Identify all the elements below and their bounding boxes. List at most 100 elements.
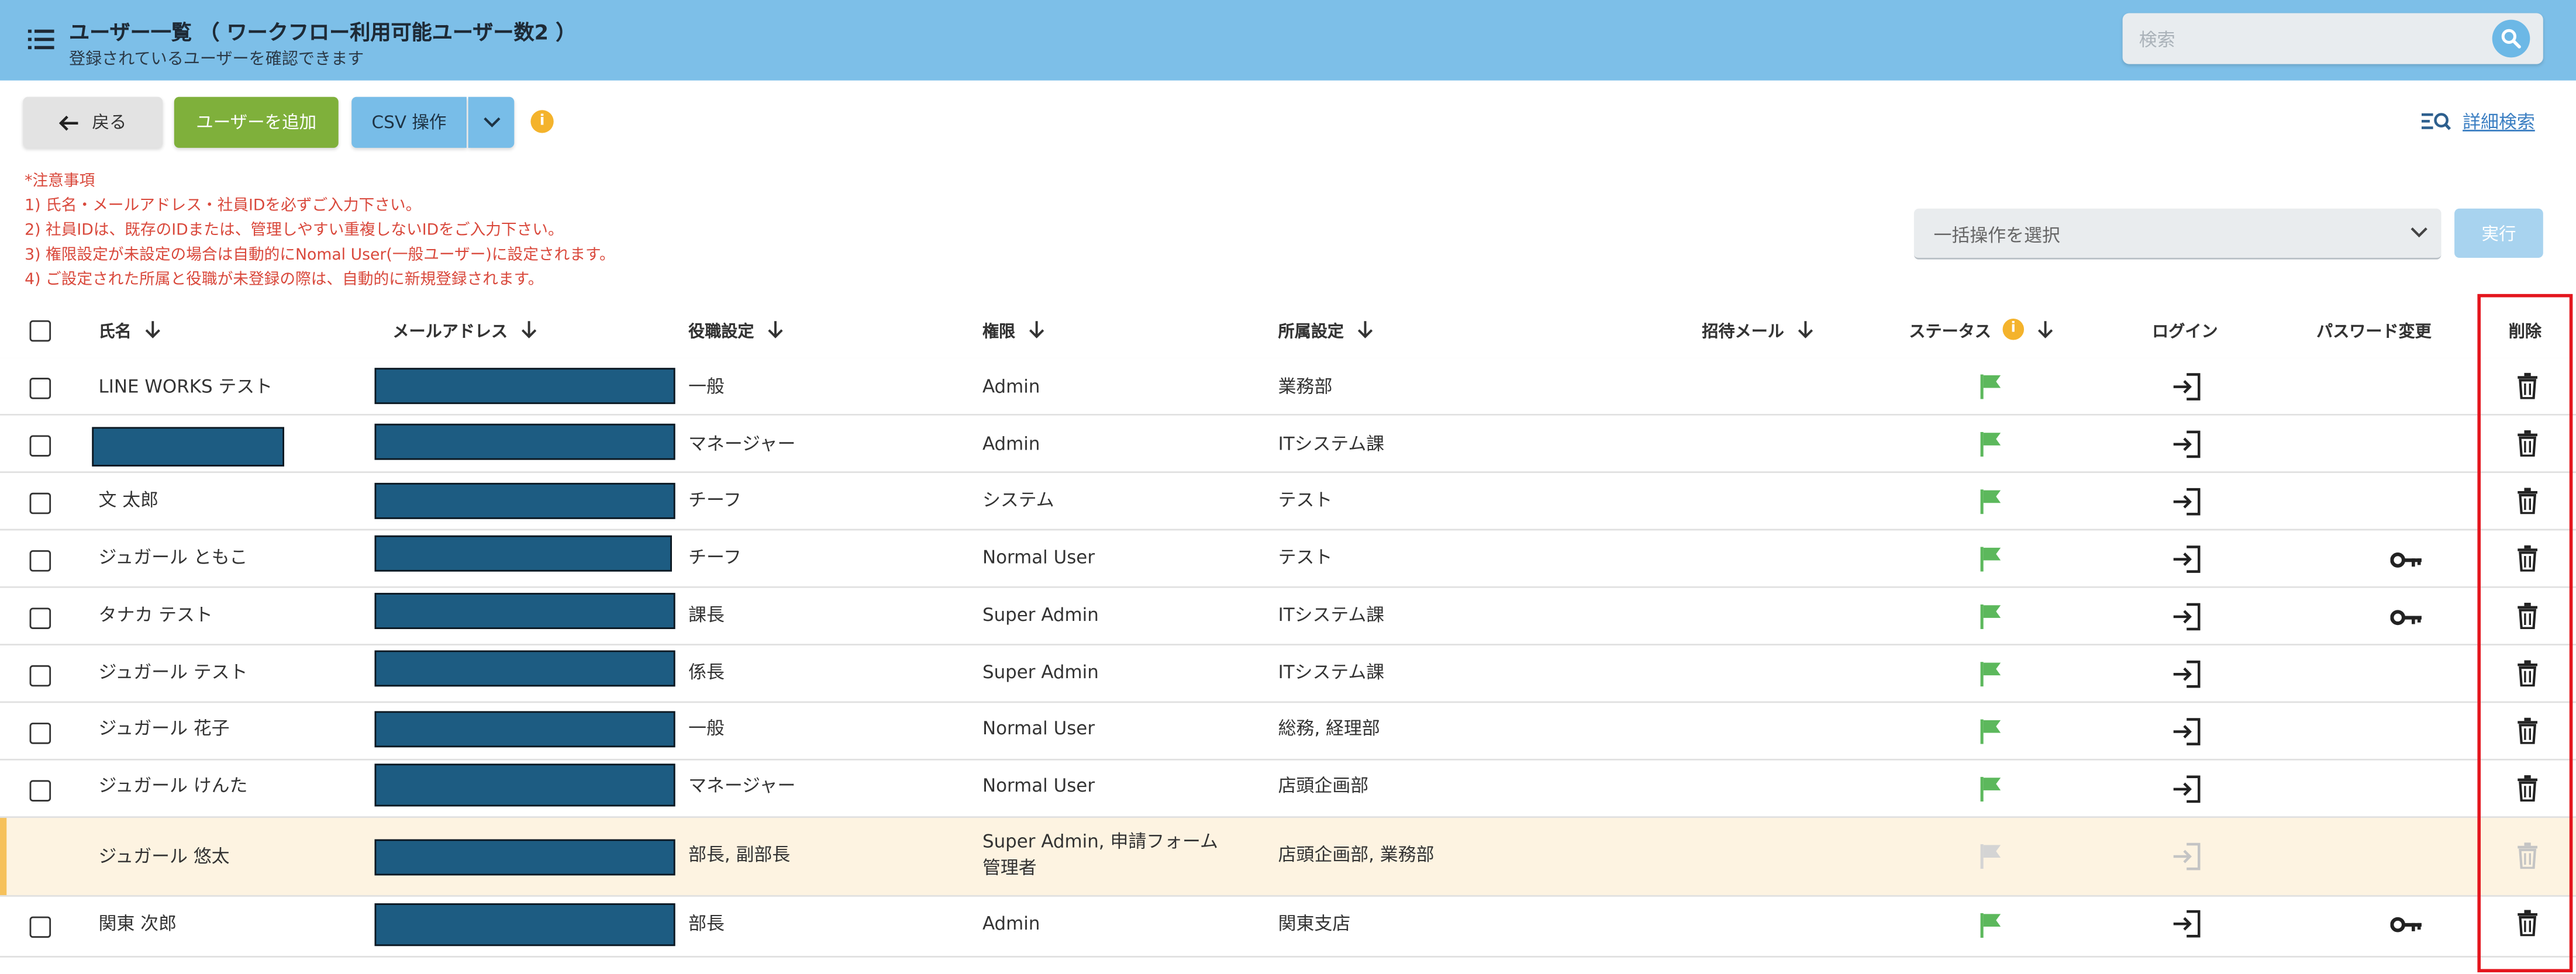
flag-icon[interactable] <box>1980 776 2002 802</box>
user-role: システム <box>982 489 1054 511</box>
user-position: 一般 <box>688 376 725 398</box>
email-redacted <box>374 650 675 687</box>
user-name[interactable]: ジュガール 悠太 <box>99 844 230 869</box>
flag-icon[interactable] <box>1980 604 2002 629</box>
column-header-invite[interactable]: 招待メール <box>1702 317 1813 341</box>
user-position: 課長 <box>688 604 725 626</box>
trash-icon[interactable] <box>2517 430 2539 457</box>
table-row-disabled: ジュガール 悠太 部長, 副部長 Super Admin, 申請フォーム 管理者… <box>0 818 2576 897</box>
flag-icon[interactable] <box>1980 662 2002 687</box>
row-checkbox[interactable] <box>29 550 51 572</box>
login-icon[interactable] <box>2172 718 2202 746</box>
table-row: ジュガール 花子 一般 Normal User 総務, 経理部 <box>0 703 2576 761</box>
search-box <box>2122 13 2543 64</box>
trash-icon[interactable] <box>2517 910 2539 937</box>
login-icon[interactable] <box>2172 603 2202 631</box>
list-menu-icon[interactable] <box>27 29 54 50</box>
user-department: ITシステム課 <box>1278 604 1385 626</box>
user-name[interactable]: タナカ テスト <box>99 603 213 627</box>
flag-icon[interactable] <box>1980 547 2002 572</box>
user-name[interactable]: ジュガール けんた <box>99 773 248 798</box>
page-title: ユーザー一覧 （ ワークフロー利用可能ユーザー数2 ） <box>68 19 577 44</box>
column-header-role[interactable]: 権限 <box>982 317 1045 341</box>
trash-icon[interactable] <box>2517 660 2539 687</box>
login-icon[interactable] <box>2172 660 2202 688</box>
column-header-position[interactable]: 役職設定 <box>688 317 784 341</box>
trash-icon <box>2518 842 2537 869</box>
run-button[interactable]: 実行 <box>2454 208 2543 258</box>
column-header-label: 氏名 <box>98 323 132 342</box>
column-header-email[interactable]: メールアドレス <box>392 317 537 341</box>
table-row: 文 太郎 チーフ システム テスト <box>0 473 2576 531</box>
column-header-status[interactable]: ステータス i <box>1909 317 2053 341</box>
login-icon[interactable] <box>2172 775 2202 803</box>
column-header-name[interactable]: 氏名 <box>99 317 161 341</box>
table-row: ジュガール けんた マネージャー Normal User 店頭企画部 <box>0 760 2576 818</box>
row-checkbox[interactable] <box>29 435 51 457</box>
back-button[interactable]: 戻る <box>23 96 163 148</box>
flag-icon[interactable] <box>1980 719 2002 744</box>
info-circle-icon[interactable]: i <box>2002 319 2025 340</box>
search-input[interactable] <box>2136 23 2488 58</box>
row-checkbox[interactable] <box>29 780 51 802</box>
notice-heading: *注意事項 <box>25 172 95 191</box>
info-circle-icon[interactable]: i <box>530 110 554 133</box>
arrow-down-icon <box>145 321 160 339</box>
user-name[interactable]: LINE WORKS テスト <box>99 375 273 399</box>
row-checkbox[interactable] <box>29 723 51 744</box>
user-name[interactable]: ジュガール 花子 <box>99 716 230 741</box>
chevron-down-icon <box>482 117 500 127</box>
arrow-down-icon <box>521 321 537 339</box>
page-subtitle: 登録されているユーザーを確認できます <box>68 51 364 69</box>
trash-icon[interactable] <box>2517 717 2539 744</box>
user-name[interactable]: 文 太郎 <box>99 488 159 512</box>
login-icon[interactable] <box>2172 373 2202 401</box>
trash-icon[interactable] <box>2517 603 2539 629</box>
user-position: マネージャー <box>688 433 796 455</box>
key-icon[interactable] <box>2390 917 2423 933</box>
user-role: Normal User <box>982 717 1095 740</box>
trash-icon[interactable] <box>2517 488 2539 514</box>
email-redacted <box>374 423 675 460</box>
csv-dropdown-toggle[interactable] <box>468 96 515 148</box>
flag-icon[interactable] <box>1980 913 2002 938</box>
login-icon[interactable] <box>2172 430 2202 458</box>
bulk-action-value: 一括操作を選択 <box>1933 224 2060 247</box>
flag-icon <box>1980 844 2001 869</box>
back-button-label: 戻る <box>92 113 127 133</box>
user-name[interactable]: 関東 次郎 <box>99 911 177 936</box>
column-header-label: 役職設定 <box>688 323 754 342</box>
row-checkbox[interactable] <box>29 492 51 514</box>
advanced-search-link[interactable]: 詳細検索 <box>2421 108 2535 134</box>
add-user-button[interactable]: ユーザーを追加 <box>174 96 339 148</box>
trash-icon[interactable] <box>2517 775 2539 802</box>
trash-icon[interactable] <box>2517 545 2539 572</box>
search-button[interactable] <box>2492 19 2530 58</box>
login-icon[interactable] <box>2172 910 2202 938</box>
login-icon[interactable] <box>2172 545 2202 574</box>
csv-operation-button[interactable]: CSV 操作 <box>351 96 467 148</box>
key-icon[interactable] <box>2390 552 2423 568</box>
row-checkbox[interactable] <box>29 916 51 938</box>
row-checkbox[interactable] <box>29 378 51 399</box>
user-role: Normal User <box>982 547 1095 569</box>
flag-icon[interactable] <box>1980 374 2002 399</box>
trash-icon[interactable] <box>2517 372 2539 399</box>
user-name[interactable]: ジュガール ともこ <box>99 545 248 570</box>
user-role: Super Admin <box>982 604 1099 626</box>
user-department: 業務部 <box>1278 376 1333 398</box>
row-checkbox[interactable] <box>29 665 51 687</box>
column-header-department[interactable]: 所属設定 <box>1278 317 1374 341</box>
user-name[interactable]: ジュガール テスト <box>99 660 248 685</box>
flag-icon[interactable] <box>1980 431 2002 457</box>
user-department: 関東支店 <box>1278 913 1351 935</box>
user-role: Super Admin, 申請フォーム <box>982 831 1218 853</box>
key-icon[interactable] <box>2390 609 2423 626</box>
flag-icon[interactable] <box>1980 489 2002 514</box>
user-position: チーフ <box>688 489 742 511</box>
login-icon[interactable] <box>2172 488 2202 516</box>
notice-item: 3) 権限設定が未設定の場合は自動的にNomal User(一般ユーザー)に設定… <box>25 246 615 265</box>
row-checkbox[interactable] <box>29 607 51 629</box>
bulk-action-select[interactable]: 一括操作を選択 <box>1913 208 2441 260</box>
select-all-checkbox[interactable] <box>29 320 51 342</box>
